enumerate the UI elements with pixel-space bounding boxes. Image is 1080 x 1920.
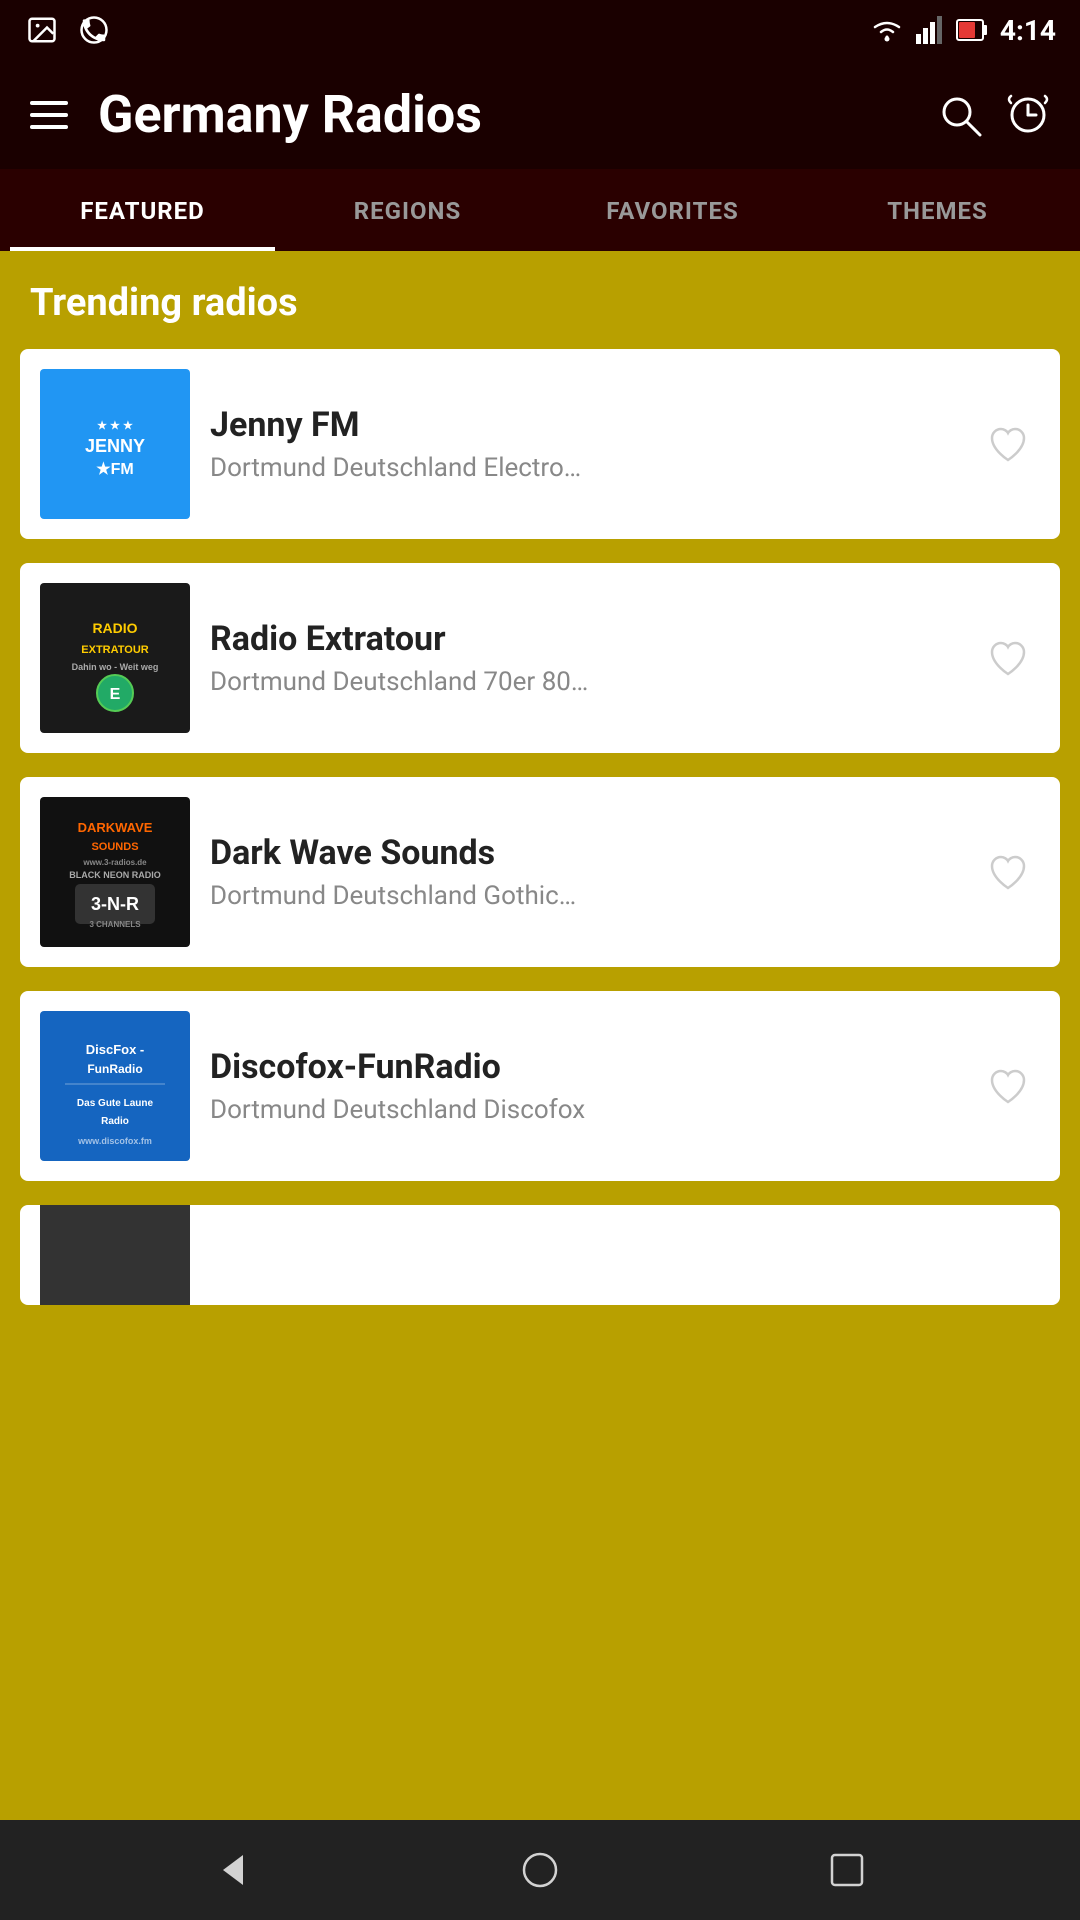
radio-thumbnail-discofox: DiscFox - FunRadio Das Gute Laune Radio … — [40, 1011, 190, 1161]
radio-info-darkwave: Dark Wave Sounds Dortmund Deutschland Go… — [210, 833, 956, 911]
recents-button[interactable] — [817, 1840, 877, 1900]
svg-text:3-N-R: 3-N-R — [91, 894, 139, 914]
favorite-button-darkwave[interactable] — [976, 840, 1040, 904]
phone-icon — [76, 12, 112, 48]
svg-text:Radio: Radio — [101, 1116, 129, 1127]
time-display: 4:14 — [1000, 14, 1056, 47]
radio-info-discofox: Discofox-FunRadio Dortmund Deutschland D… — [210, 1047, 956, 1125]
app-header: Germany Radios — [0, 60, 1080, 169]
radio-info-extratour: Radio Extratour Dortmund Deutschland 70e… — [210, 619, 956, 697]
svg-text:BLACK NEON RADIO: BLACK NEON RADIO — [69, 870, 161, 880]
favorite-button-extratour[interactable] — [976, 626, 1040, 690]
wifi-icon — [870, 17, 904, 43]
radio-name-jenny: Jenny FM — [210, 405, 956, 445]
radio-thumbnail-extratour: RADIO EXTRATOUR Dahin wo - Weit weg E — [40, 583, 190, 733]
svg-text:FunRadio: FunRadio — [87, 1062, 142, 1076]
radio-name-discofox: Discofox-FunRadio — [210, 1047, 956, 1087]
radio-card-darkwave[interactable]: DARKWAVE SOUNDS www.3-radios.de BLACK NE… — [20, 777, 1060, 967]
svg-text:SOUNDS: SOUNDS — [91, 841, 138, 853]
radio-desc-discofox: Dortmund Deutschland Discofox — [210, 1095, 956, 1125]
radio-desc-jenny: Dortmund Deutschland Electro… — [210, 453, 956, 483]
radio-card-discofox[interactable]: DiscFox - FunRadio Das Gute Laune Radio … — [20, 991, 1060, 1181]
status-bar-right: 4:14 — [870, 14, 1056, 47]
radio-thumbnail-partial — [40, 1205, 190, 1305]
favorite-button-discofox[interactable] — [976, 1054, 1040, 1118]
radio-thumbnail-darkwave: DARKWAVE SOUNDS www.3-radios.de BLACK NE… — [40, 797, 190, 947]
radio-desc-extratour: Dortmund Deutschland 70er 80… — [210, 667, 956, 697]
signal-icon — [916, 16, 944, 44]
alarm-button[interactable] — [1006, 93, 1050, 137]
main-content: Trending radios ★ ★ ★ JENNY ★FM Jenny FM… — [0, 251, 1080, 1820]
favorite-button-jenny[interactable] — [976, 412, 1040, 476]
section-title: Trending radios — [20, 281, 1060, 325]
menu-button[interactable] — [30, 101, 68, 129]
tab-featured[interactable]: FEATURED — [10, 169, 275, 251]
svg-text:★ ★ ★: ★ ★ ★ — [97, 420, 133, 432]
radio-desc-darkwave: Dortmund Deutschland Gothic… — [210, 881, 956, 911]
radio-name-extratour: Radio Extratour — [210, 619, 956, 659]
tab-favorites[interactable]: FAVORITES — [540, 169, 805, 251]
svg-text:EXTRATOUR: EXTRATOUR — [81, 644, 148, 656]
tab-regions[interactable]: REGIONS — [275, 169, 540, 251]
header-left: Germany Radios — [30, 84, 482, 145]
header-right — [938, 93, 1050, 137]
radio-card-jenny[interactable]: ★ ★ ★ JENNY ★FM Jenny FM Dortmund Deutsc… — [20, 349, 1060, 539]
svg-text:DiscFox -: DiscFox - — [86, 1042, 145, 1057]
status-bar-left — [24, 12, 112, 48]
tab-themes[interactable]: THEMES — [805, 169, 1070, 251]
svg-text:www.3-radios.de: www.3-radios.de — [82, 858, 147, 867]
radio-card-extratour[interactable]: RADIO EXTRATOUR Dahin wo - Weit weg E Ra… — [20, 563, 1060, 753]
svg-text:3 CHANNELS: 3 CHANNELS — [89, 920, 141, 929]
radio-name-darkwave: Dark Wave Sounds — [210, 833, 956, 873]
svg-text:★FM: ★FM — [96, 461, 133, 478]
tabs-bar: FEATURED REGIONS FAVORITES THEMES — [0, 169, 1080, 251]
svg-text:E: E — [110, 686, 121, 703]
svg-text:DARKWAVE: DARKWAVE — [78, 820, 153, 835]
image-icon — [24, 12, 60, 48]
radio-info-jenny: Jenny FM Dortmund Deutschland Electro… — [210, 405, 956, 483]
radio-card-partial[interactable] — [20, 1205, 1060, 1305]
svg-text:RADIO: RADIO — [92, 620, 137, 636]
status-bar: 4:14 — [0, 0, 1080, 60]
battery-icon — [956, 16, 988, 44]
search-button[interactable] — [938, 93, 982, 137]
home-button[interactable] — [510, 1840, 570, 1900]
svg-text:Das Gute Laune: Das Gute Laune — [77, 1098, 154, 1109]
svg-text:JENNY: JENNY — [85, 436, 145, 456]
radio-thumbnail-jenny: ★ ★ ★ JENNY ★FM — [40, 369, 190, 519]
svg-text:www.discofox.fm: www.discofox.fm — [77, 1136, 152, 1146]
back-button[interactable] — [203, 1840, 263, 1900]
svg-text:Dahin wo - Weit weg: Dahin wo - Weit weg — [72, 662, 159, 672]
app-title: Germany Radios — [98, 84, 482, 145]
bottom-navigation — [0, 1820, 1080, 1920]
